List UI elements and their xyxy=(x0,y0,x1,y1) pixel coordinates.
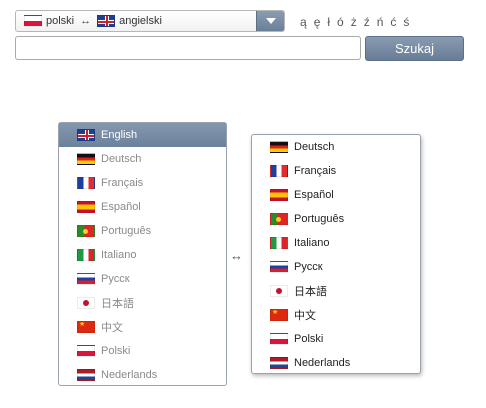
language-option-label: Français xyxy=(294,165,337,177)
pt-flag-icon xyxy=(270,213,288,225)
pl-flag-icon xyxy=(270,333,288,345)
language-option-label: Polski xyxy=(101,345,131,357)
language-pair-select[interactable]: polski ↔ angielski xyxy=(15,10,285,32)
it-flag-icon xyxy=(77,249,95,261)
special-char-button[interactable]: ą xyxy=(300,15,307,29)
language-option[interactable]: Français xyxy=(59,171,226,195)
language-option[interactable]: Português xyxy=(59,219,226,243)
chevron-down-icon xyxy=(265,18,276,24)
special-char-button[interactable]: ż xyxy=(351,15,357,29)
de-flag-icon xyxy=(77,153,95,165)
language-option-label: English xyxy=(101,129,138,141)
target-language-list: Deutsch Français Español Português Italiano Р… xyxy=(251,134,421,374)
special-char-button[interactable]: ź xyxy=(364,15,370,29)
language-option-label: 日本語 xyxy=(101,298,134,310)
special-char-button[interactable]: ł xyxy=(327,15,330,29)
language-option[interactable]: Русск xyxy=(59,267,226,291)
language-option-label: 中文 xyxy=(294,310,316,322)
language-option-label: Español xyxy=(294,189,334,201)
nl-flag-icon xyxy=(77,369,95,381)
language-option[interactable]: English xyxy=(59,123,226,147)
language-option-label: Français xyxy=(101,177,144,189)
language-option[interactable]: 日本語 xyxy=(252,279,420,303)
language-option[interactable]: 日本語 xyxy=(59,291,226,315)
ru-flag-icon xyxy=(270,261,288,273)
language-option-label: Italiano xyxy=(101,249,137,261)
language-option[interactable]: 中文 xyxy=(252,303,420,327)
language-option[interactable]: Português xyxy=(252,207,420,231)
ru-flag-icon xyxy=(77,273,95,285)
language-option-label: Deutsch xyxy=(294,141,335,153)
bidirectional-arrow-icon: ↔ xyxy=(80,15,92,27)
language-option[interactable]: Español xyxy=(252,183,420,207)
jp-flag-icon xyxy=(270,285,288,297)
to-language-label: angielski xyxy=(119,15,162,27)
it-flag-icon xyxy=(270,237,288,249)
special-char-button[interactable]: ć xyxy=(390,15,396,29)
language-option[interactable]: Italiano xyxy=(59,243,226,267)
source-language-list: English Deutsch Français Español Português It… xyxy=(58,122,227,386)
poland-flag-icon xyxy=(24,15,42,27)
language-option-label: Español xyxy=(101,201,141,213)
language-option[interactable]: Polski xyxy=(59,339,226,363)
language-option[interactable]: Italiano xyxy=(252,231,420,255)
from-language-label: polski xyxy=(46,15,75,27)
language-option-label: Deutsch xyxy=(101,153,142,165)
language-option-label: Nederlands xyxy=(101,369,158,381)
pt-flag-icon xyxy=(77,225,95,237)
es-flag-icon xyxy=(77,201,95,213)
special-characters-bar: ąęłóżźńćś xyxy=(300,15,409,29)
dropdown-toggle-button[interactable] xyxy=(256,11,284,31)
language-option[interactable]: Deutsch xyxy=(59,147,226,171)
language-option-label: Português xyxy=(294,213,345,225)
language-option-label: Português xyxy=(101,225,152,237)
language-option[interactable]: 中文 xyxy=(59,315,226,339)
language-option[interactable]: Nederlands xyxy=(59,363,226,387)
swap-languages-icon[interactable]: ↔ xyxy=(230,248,243,263)
language-option-label: 日本語 xyxy=(294,286,327,298)
en-flag-icon xyxy=(77,129,95,141)
special-char-button[interactable]: ś xyxy=(403,15,409,29)
nl-flag-icon xyxy=(270,357,288,369)
language-option-label: Italiano xyxy=(294,237,330,249)
language-pair-display: polski ↔ angielski xyxy=(16,15,162,27)
cn-flag-icon xyxy=(270,309,288,321)
language-option[interactable]: Polski xyxy=(252,327,420,351)
search-button[interactable]: Szukaj xyxy=(365,36,464,61)
language-option[interactable]: Русск xyxy=(252,255,420,279)
language-option-label: Русск xyxy=(294,261,323,273)
language-option-label: Polski xyxy=(294,333,324,345)
language-option-label: Русск xyxy=(101,273,130,285)
language-option[interactable]: Nederlands xyxy=(252,351,420,375)
uk-flag-icon xyxy=(97,15,116,27)
language-option-label: Nederlands xyxy=(294,357,351,369)
cn-flag-icon xyxy=(77,321,95,333)
language-option[interactable]: Deutsch xyxy=(252,135,420,159)
special-char-button[interactable]: ń xyxy=(377,15,384,29)
search-input[interactable] xyxy=(15,36,361,60)
fr-flag-icon xyxy=(270,165,288,177)
pl-flag-icon xyxy=(77,345,95,357)
es-flag-icon xyxy=(270,189,288,201)
language-option-label: 中文 xyxy=(101,322,123,334)
special-char-button[interactable]: ó xyxy=(337,15,344,29)
language-option[interactable]: Español xyxy=(59,195,226,219)
special-char-button[interactable]: ę xyxy=(314,15,321,29)
de-flag-icon xyxy=(270,141,288,153)
jp-flag-icon xyxy=(77,297,95,309)
fr-flag-icon xyxy=(77,177,95,189)
language-option[interactable]: Français xyxy=(252,159,420,183)
